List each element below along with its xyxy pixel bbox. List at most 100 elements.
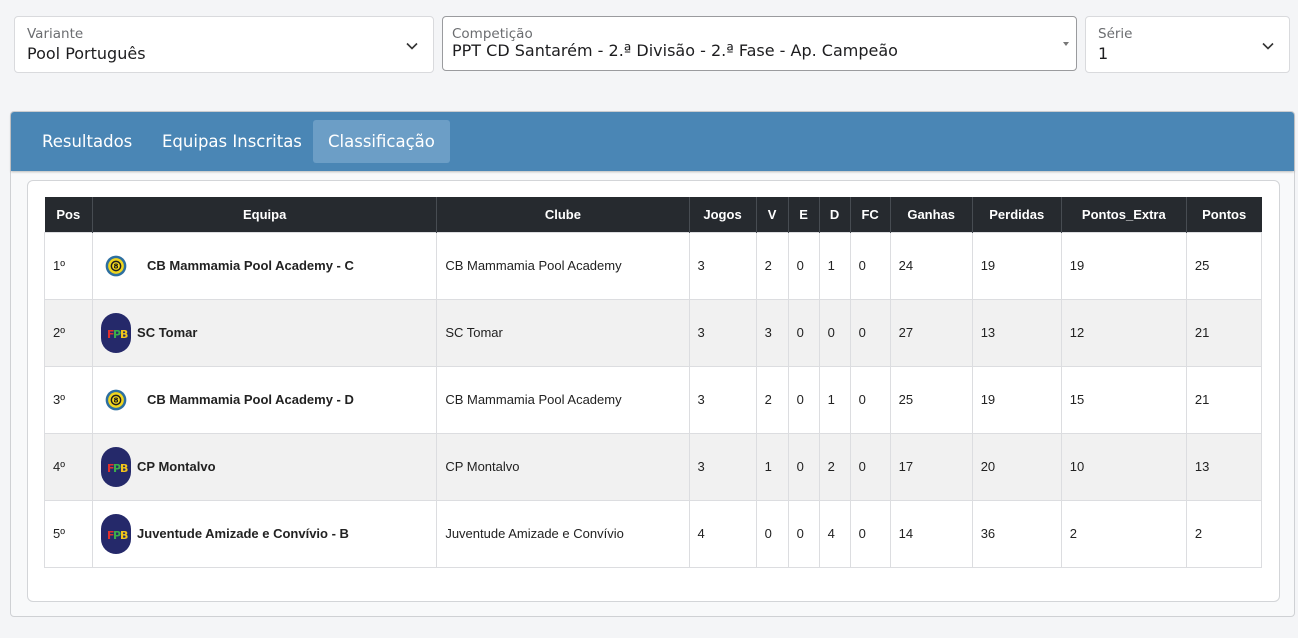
cell-v: 1 (755, 432, 789, 501)
variante-select[interactable]: Variante Pool Português (14, 16, 434, 73)
cell-pontos: 21 (1185, 365, 1263, 434)
cell-fc: 0 (849, 499, 891, 568)
team-cell: F P B Juventude Amizade e Convívio - B (92, 499, 438, 568)
competicao-value: PPT CD Santarém - 2.ª Divisão - 2.ª Fase… (452, 41, 898, 60)
col-d: D (818, 197, 851, 232)
cell-v: 0 (755, 499, 789, 568)
cell-e: 0 (787, 365, 820, 434)
cell-pos: 1º (43, 231, 94, 300)
cell-fc: 0 (849, 365, 891, 434)
fpb-logo-icon: FPB (101, 446, 132, 487)
cell-e: 0 (787, 499, 820, 568)
cell-ganhas: 27 (889, 298, 973, 367)
cell-clube: CB Mammamia Pool Academy (436, 365, 690, 434)
col-jogos: Jogos (688, 197, 757, 232)
cell-jogos: 3 (688, 432, 757, 501)
cell-d: 1 (818, 365, 851, 434)
table-row: 3º 8 CB Mammamia Pool Academy - D CB Mammam… (43, 365, 1263, 434)
cell-jogos: 3 (688, 298, 757, 367)
cell-pos: 4º (43, 432, 94, 501)
col-fc: FC (849, 197, 891, 232)
team-logo-fpb: FPB (101, 513, 133, 554)
cell-pontos: 21 (1185, 298, 1263, 367)
chevron-down-icon (406, 42, 418, 50)
col-equipa: Equipa (92, 197, 437, 232)
team-logo-mammamia: 8 (101, 380, 143, 420)
cell-ganhas: 14 (889, 499, 973, 568)
cell-perdidas: 13 (971, 298, 1062, 367)
team-name[interactable]: CB Mammamia Pool Academy - C (147, 258, 354, 273)
competition-panel: Resultados Equipas Inscritas Classificaç… (10, 111, 1295, 617)
table-row: 2º F P B SC Tomar SC Tomar 3 3 0 0 0 27 13 12 21 (43, 298, 1263, 367)
mammamia-logo-icon: 8 (105, 389, 127, 410)
cell-e: 0 (787, 298, 820, 367)
team-logo-fpb: FPB (101, 312, 133, 353)
fpb-logo-icon: FPB (101, 513, 132, 554)
svg-text:B: B (120, 328, 128, 341)
team-cell: 8 CB Mammamia Pool Academy - D (92, 365, 438, 434)
team-name[interactable]: SC Tomar (137, 325, 197, 340)
team-cell-content: F P B CP Montalvo (101, 446, 428, 487)
cell-pos: 3º (43, 365, 94, 434)
variante-label: Variante (27, 26, 84, 42)
cell-v: 2 (755, 231, 789, 300)
cell-pontos-extra: 15 (1060, 365, 1187, 434)
team-cell: F P B CP Montalvo (92, 432, 438, 501)
cell-v: 3 (755, 298, 789, 367)
tab-bar: Resultados Equipas Inscritas Classificaç… (11, 112, 1294, 171)
cell-e: 0 (787, 231, 820, 300)
cell-pontos-extra: 2 (1060, 499, 1187, 568)
team-cell-content: 8 CB Mammamia Pool Academy - C (101, 246, 428, 286)
competicao-select[interactable]: Competição PPT CD Santarém - 2.ª Divisão… (442, 16, 1077, 71)
table-header-row: Pos Equipa Clube Jogos V E D FC Ganhas P… (44, 197, 1262, 232)
table-row: 5º F P B Juventude Amizade e Convívio - B Juv… (43, 499, 1263, 568)
cell-v: 2 (755, 365, 789, 434)
team-cell: 8 CB Mammamia Pool Academy - C (92, 231, 438, 300)
tab-equipas-inscritas[interactable]: Equipas Inscritas (147, 120, 317, 163)
col-v: V (755, 197, 789, 232)
serie-label: Série (1098, 26, 1133, 42)
cell-jogos: 4 (688, 499, 757, 568)
cell-d: 4 (818, 499, 851, 568)
team-cell-content: F P B SC Tomar (101, 312, 428, 353)
cell-clube: Juventude Amizade e Convívio (436, 499, 690, 568)
tab-classificacao[interactable]: Classificação (313, 120, 450, 163)
cell-pontos-extra: 12 (1060, 298, 1187, 367)
svg-text:B: B (120, 529, 128, 542)
variante-value: Pool Português (27, 44, 146, 63)
chevron-down-icon (1262, 42, 1274, 50)
cell-ganhas: 25 (889, 365, 973, 434)
col-perdidas: Perdidas (971, 197, 1062, 232)
svg-text:8: 8 (114, 261, 119, 270)
cell-perdidas: 36 (971, 499, 1062, 568)
mammamia-logo-icon: 8 (105, 255, 127, 276)
team-name[interactable]: Juventude Amizade e Convívio - B (137, 526, 349, 541)
cell-fc: 0 (849, 231, 891, 300)
cell-pontos: 25 (1185, 231, 1263, 300)
cell-perdidas: 19 (971, 365, 1062, 434)
col-pontos: Pontos (1185, 197, 1262, 232)
cell-jogos: 3 (688, 231, 757, 300)
serie-select[interactable]: Série 1 (1085, 16, 1290, 73)
tab-resultados[interactable]: Resultados (27, 120, 147, 163)
table-row: 4º F P B CP Montalvo CP Montalvo 3 1 0 2 0 17 20 10 13 (43, 432, 1263, 501)
caret-down-icon (1063, 42, 1069, 46)
team-name[interactable]: CB Mammamia Pool Academy - D (147, 392, 354, 407)
team-logo-fpb: FPB (101, 446, 133, 487)
cell-pos: 2º (43, 298, 94, 367)
svg-text:8: 8 (114, 395, 119, 404)
cell-d: 1 (818, 231, 851, 300)
team-cell: F P B SC Tomar (92, 298, 438, 367)
col-pontos-extra: Pontos_Extra (1060, 197, 1187, 232)
col-clube: Clube (436, 197, 690, 232)
team-cell-content: 8 CB Mammamia Pool Academy - D (101, 380, 428, 420)
cell-perdidas: 20 (971, 432, 1062, 501)
team-cell-content: F P B Juventude Amizade e Convívio - B (101, 513, 428, 554)
serie-value: 1 (1098, 44, 1109, 63)
col-pos: Pos (44, 197, 93, 232)
team-logo-mammamia: 8 (101, 246, 143, 286)
classification-table: Pos Equipa Clube Jogos V E D FC Ganhas P… (43, 197, 1263, 568)
team-name[interactable]: CP Montalvo (137, 459, 216, 474)
classification-card: Pos Equipa Clube Jogos V E D FC Ganhas P… (27, 180, 1280, 602)
cell-perdidas: 19 (971, 231, 1062, 300)
